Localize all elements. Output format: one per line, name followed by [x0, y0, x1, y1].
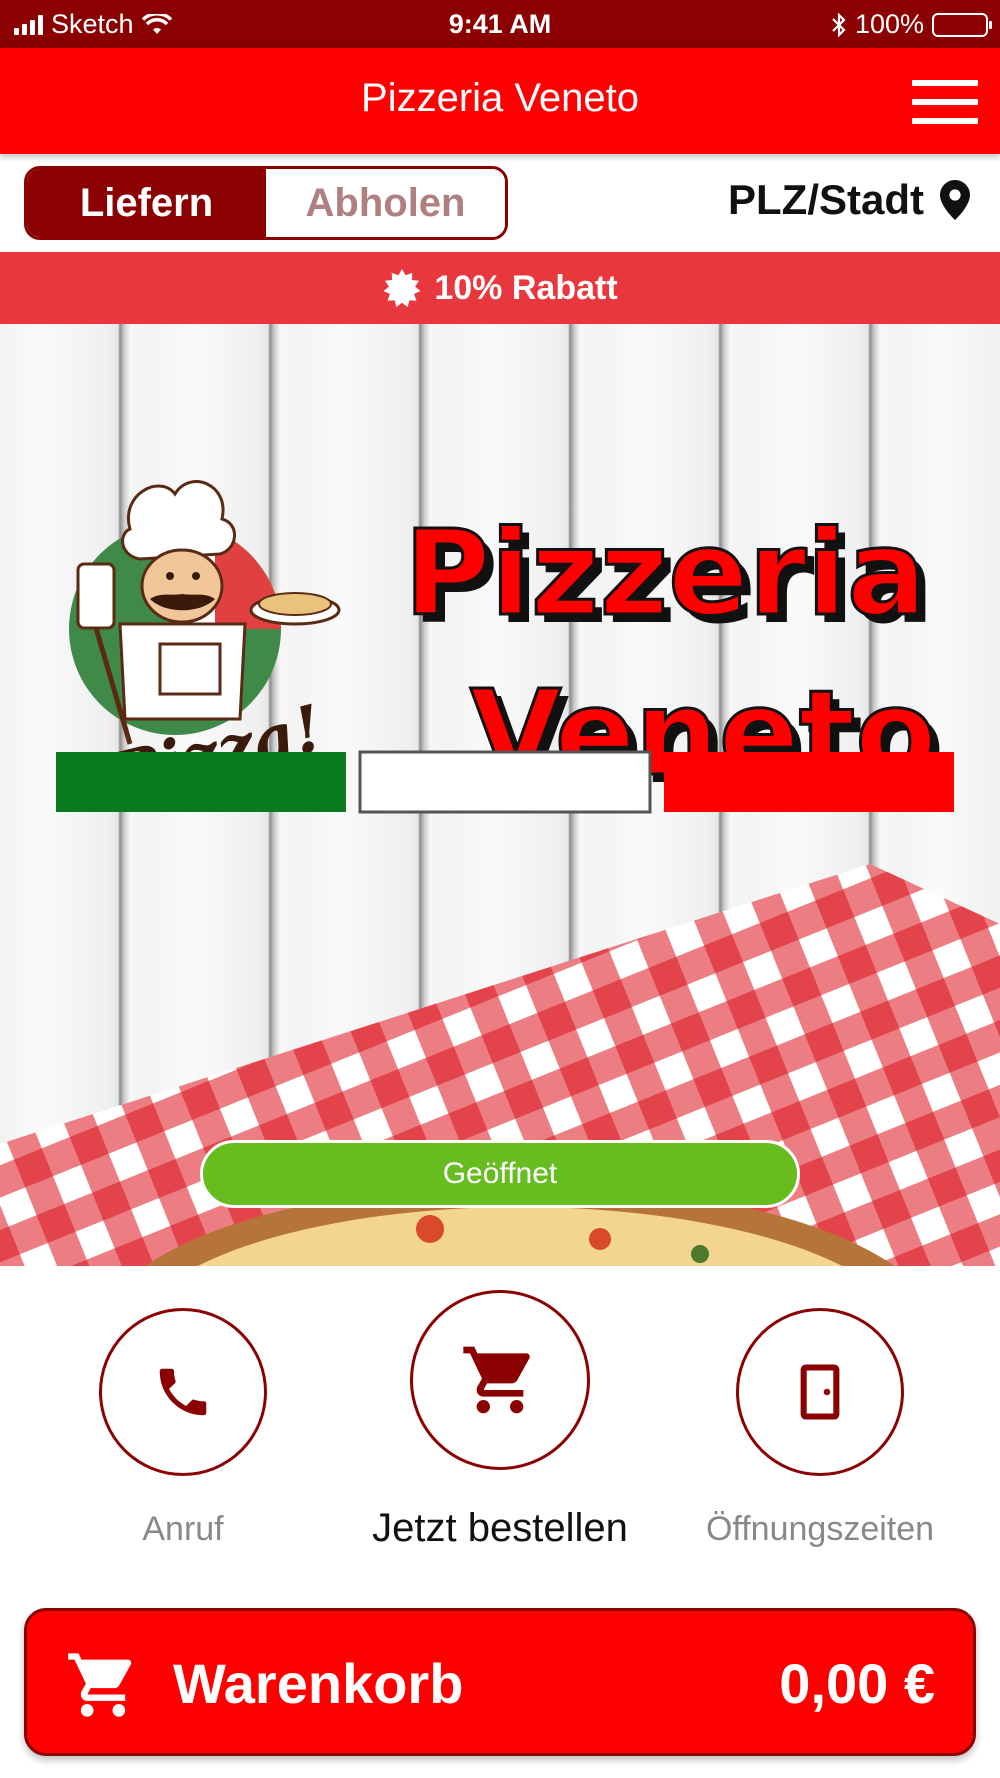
- call-label: Anruf: [142, 1510, 224, 1548]
- app-header: Pizzeria Veneto: [0, 48, 1000, 154]
- hero-banner: Pizza! Pizzeria Pizzeria Veneto Veneto G…: [0, 324, 1000, 1266]
- call-action[interactable]: Anruf: [83, 1308, 283, 1549]
- bluetooth-icon: [832, 12, 846, 37]
- delivery-mode-toggle: Liefern Abholen: [24, 166, 508, 240]
- discount-banner: 10% Rabatt: [0, 252, 1000, 324]
- order-mode-bar: Liefern Abholen PLZ/Stadt: [0, 154, 1000, 252]
- phone-icon: [159, 1368, 207, 1416]
- order-now-button[interactable]: [410, 1290, 590, 1470]
- call-button[interactable]: [99, 1308, 267, 1476]
- delivery-option[interactable]: Liefern: [27, 169, 266, 237]
- status-bar: Sketch 9:41 AM 100%: [0, 0, 1000, 48]
- location-selector[interactable]: PLZ/Stadt: [728, 176, 970, 224]
- pickup-option[interactable]: Abholen: [266, 169, 505, 237]
- door-icon: [800, 1364, 840, 1420]
- hero-artwork: Pizza! Pizzeria Pizzeria Veneto Veneto: [0, 480, 1000, 1266]
- battery-icon: [932, 12, 992, 37]
- opening-hours-button[interactable]: [736, 1308, 904, 1476]
- quick-actions: Anruf Jetzt bestellen Öffnungszeiten: [0, 1266, 1000, 1596]
- status-right: 100%: [831, 9, 992, 40]
- cart-label: Warenkorb: [173, 1652, 464, 1715]
- page-title: Pizzeria Veneto: [361, 76, 639, 120]
- discount-text: 10% Rabatt: [434, 268, 618, 307]
- wordmark-line1: Pizzeria: [404, 504, 927, 642]
- badge-icon: [383, 269, 421, 307]
- opening-hours-action[interactable]: Öffnungszeiten: [680, 1308, 960, 1549]
- order-now-action[interactable]: Jetzt bestellen: [370, 1290, 630, 1551]
- battery-percent: 100%: [854, 9, 924, 39]
- cart-icon: [68, 1653, 132, 1717]
- cart-total: 0,00 €: [779, 1652, 935, 1715]
- order-now-label: Jetzt bestellen: [372, 1506, 628, 1550]
- cart-icon: [463, 1346, 530, 1414]
- menu-icon[interactable]: [912, 80, 978, 124]
- location-label: PLZ/Stadt: [728, 176, 924, 223]
- map-pin-icon: [940, 180, 970, 220]
- cart-button[interactable]: Warenkorb 0,00 €: [24, 1608, 976, 1756]
- open-status-badge: Geöffnet: [200, 1140, 800, 1208]
- opening-hours-label: Öffnungszeiten: [705, 1510, 935, 1548]
- italian-flag-stripes: [56, 750, 954, 814]
